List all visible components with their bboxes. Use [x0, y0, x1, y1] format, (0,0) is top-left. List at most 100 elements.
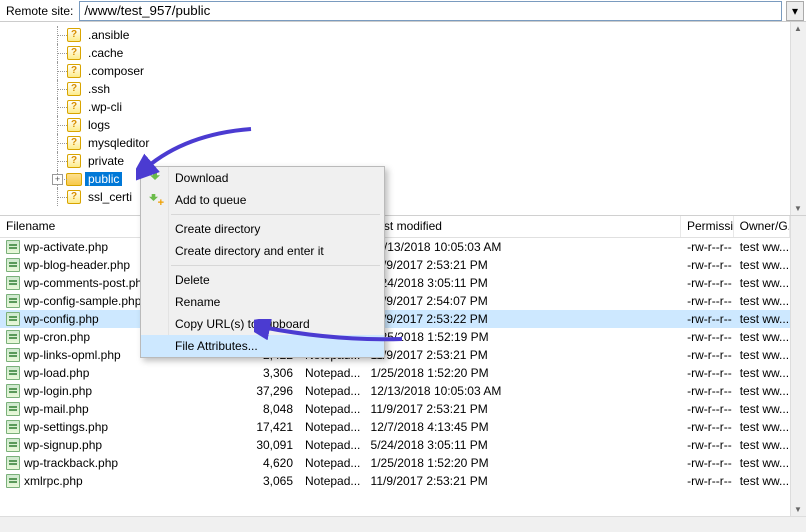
- file-row[interactable]: wp-blog-header.phpad...11/9/2017 2:53:21…: [0, 256, 790, 274]
- file-own: test ww...: [734, 312, 790, 326]
- unknown-folder-icon: ?: [66, 64, 82, 78]
- tree-scrollbar[interactable]: [790, 22, 806, 215]
- tree-item-ssl_certi[interactable]: ?ssl_certi: [0, 188, 790, 206]
- remote-site-dropdown[interactable]: ▾: [786, 1, 804, 21]
- tree-item-composer[interactable]: ?.composer: [0, 62, 790, 80]
- file-rows: wp-activate.phpad...12/13/2018 10:05:03 …: [0, 238, 790, 490]
- file-type: Notepad...: [299, 402, 365, 416]
- tree-label: .ansible: [85, 28, 132, 42]
- file-row[interactable]: wp-comments-post.phad...5/24/2018 3:05:1…: [0, 274, 790, 292]
- header-modified[interactable]: Last modified: [365, 216, 681, 237]
- php-file-icon: [6, 456, 20, 470]
- file-row[interactable]: wp-activate.phpad...12/13/2018 10:05:03 …: [0, 238, 790, 256]
- file-mod: 11/9/2017 2:53:21 PM: [365, 402, 682, 416]
- file-row[interactable]: wp-signup.php30,091Notepad...5/24/2018 3…: [0, 436, 790, 454]
- tree-item-public[interactable]: +public: [0, 170, 790, 188]
- horizontal-scrollbar[interactable]: [0, 516, 806, 532]
- tree-label: .composer: [85, 64, 147, 78]
- add-queue-icon: [147, 191, 163, 207]
- file-size: 37,296: [245, 384, 299, 398]
- tree-item-ssh[interactable]: ?.ssh: [0, 80, 790, 98]
- file-own: test ww...: [734, 330, 790, 344]
- file-row[interactable]: xmlrpc.php3,065Notepad...11/9/2017 2:53:…: [0, 472, 790, 490]
- file-mod: 1/25/2018 1:52:20 PM: [365, 456, 682, 470]
- file-perm: -rw-r--r--: [681, 312, 734, 326]
- expand-icon[interactable]: +: [52, 174, 63, 185]
- menu-download[interactable]: Download: [141, 167, 384, 189]
- file-name: wp-links-opml.php: [24, 348, 121, 362]
- remote-tree-panel: ?.ansible?.cache?.composer?.ssh?.wp-cli?…: [0, 22, 806, 216]
- menu-copy-url[interactable]: Copy URL(s) to clipboard: [141, 313, 384, 335]
- file-mod: 11/9/2017 2:53:21 PM: [365, 474, 682, 488]
- unknown-folder-icon: ?: [66, 82, 82, 96]
- file-name: wp-config-sample.php: [24, 294, 141, 308]
- remote-site-label: Remote site:: [0, 4, 79, 18]
- file-size: 3,065: [245, 474, 299, 488]
- menu-add-to-queue[interactable]: Add to queue: [141, 189, 384, 211]
- tree-label: logs: [85, 118, 113, 132]
- php-file-icon: [6, 384, 20, 398]
- file-mod: 11/9/2017 2:53:21 PM: [365, 258, 682, 272]
- file-name: wp-login.php: [24, 384, 92, 398]
- file-name: wp-mail.php: [24, 402, 89, 416]
- file-name: xmlrpc.php: [24, 474, 83, 488]
- tree-item-wpcli[interactable]: ?.wp-cli: [0, 98, 790, 116]
- menu-create-directory[interactable]: Create directory: [141, 218, 384, 240]
- file-name: wp-activate.php: [24, 240, 108, 254]
- file-scrollbar[interactable]: [790, 216, 806, 516]
- menu-create-directory-enter[interactable]: Create directory and enter it: [141, 240, 384, 262]
- file-name: wp-cron.php: [24, 330, 90, 344]
- php-file-icon: [6, 348, 20, 362]
- file-row[interactable]: wp-load.php3,306Notepad...1/25/2018 1:52…: [0, 364, 790, 382]
- tree-label: private: [85, 154, 127, 168]
- file-own: test ww...: [734, 420, 790, 434]
- tree-item-cache[interactable]: ?.cache: [0, 44, 790, 62]
- chevron-down-icon: ▾: [792, 4, 798, 18]
- file-row[interactable]: wp-config-sample.phpad...11/9/2017 2:54:…: [0, 292, 790, 310]
- file-row[interactable]: wp-cron.php3,065Notepad1/25/2018 1:52:19…: [0, 328, 790, 346]
- file-size: 4,620: [245, 456, 299, 470]
- php-file-icon: [6, 258, 20, 272]
- header-owner[interactable]: Owner/G...: [734, 216, 790, 237]
- tree-item-mysqleditor[interactable]: ?mysqleditor: [0, 134, 790, 152]
- file-perm: -rw-r--r--: [681, 330, 734, 344]
- file-perm: -rw-r--r--: [681, 456, 734, 470]
- file-mod: 11/9/2017 2:54:07 PM: [365, 294, 682, 308]
- tree-item-private[interactable]: ?private: [0, 152, 790, 170]
- remote-site-input[interactable]: [79, 1, 782, 21]
- php-file-icon: [6, 366, 20, 380]
- header-permissions[interactable]: Permissi...: [681, 216, 734, 237]
- file-headers[interactable]: Filename e Last modified Permissi... Own…: [0, 216, 790, 238]
- file-perm: -rw-r--r--: [681, 258, 734, 272]
- tree-item-ansible[interactable]: ?.ansible: [0, 26, 790, 44]
- file-own: test ww...: [734, 240, 790, 254]
- tree-label: .wp-cli: [85, 100, 125, 114]
- file-row[interactable]: wp-links-opml.php2,422Notepad...11/9/201…: [0, 346, 790, 364]
- tree-item-logs[interactable]: ?logs: [0, 116, 790, 134]
- file-row[interactable]: wp-mail.php8,048Notepad...11/9/2017 2:53…: [0, 400, 790, 418]
- file-row[interactable]: wp-login.php37,296Notepad...12/13/2018 1…: [0, 382, 790, 400]
- remote-tree[interactable]: ?.ansible?.cache?.composer?.ssh?.wp-cli?…: [0, 22, 790, 215]
- file-own: test ww...: [734, 276, 790, 290]
- file-mod: 11/9/2017 2:53:22 PM: [365, 312, 682, 326]
- folder-icon: [66, 172, 82, 186]
- file-type: Notepad...: [299, 420, 365, 434]
- tree-label: .cache: [85, 46, 126, 60]
- file-mod: 12/13/2018 10:05:03 AM: [365, 384, 682, 398]
- file-perm: -rw-r--r--: [681, 420, 734, 434]
- file-row[interactable]: wp-config.phpad...11/9/2017 2:53:22 PM-r…: [0, 310, 790, 328]
- file-own: test ww...: [734, 294, 790, 308]
- menu-delete[interactable]: Delete: [141, 269, 384, 291]
- file-own: test ww...: [734, 258, 790, 272]
- tree-label: .ssh: [85, 82, 113, 96]
- file-row[interactable]: wp-settings.php17,421Notepad...12/7/2018…: [0, 418, 790, 436]
- file-size: 3,306: [245, 366, 299, 380]
- unknown-folder-icon: ?: [66, 190, 82, 204]
- menu-file-attributes[interactable]: File Attributes...: [141, 335, 384, 357]
- file-row[interactable]: wp-trackback.php4,620Notepad...1/25/2018…: [0, 454, 790, 472]
- file-perm: -rw-r--r--: [681, 366, 734, 380]
- file-list-panel: Filename e Last modified Permissi... Own…: [0, 216, 806, 516]
- php-file-icon: [6, 294, 20, 308]
- file-own: test ww...: [734, 366, 790, 380]
- menu-rename[interactable]: Rename: [141, 291, 384, 313]
